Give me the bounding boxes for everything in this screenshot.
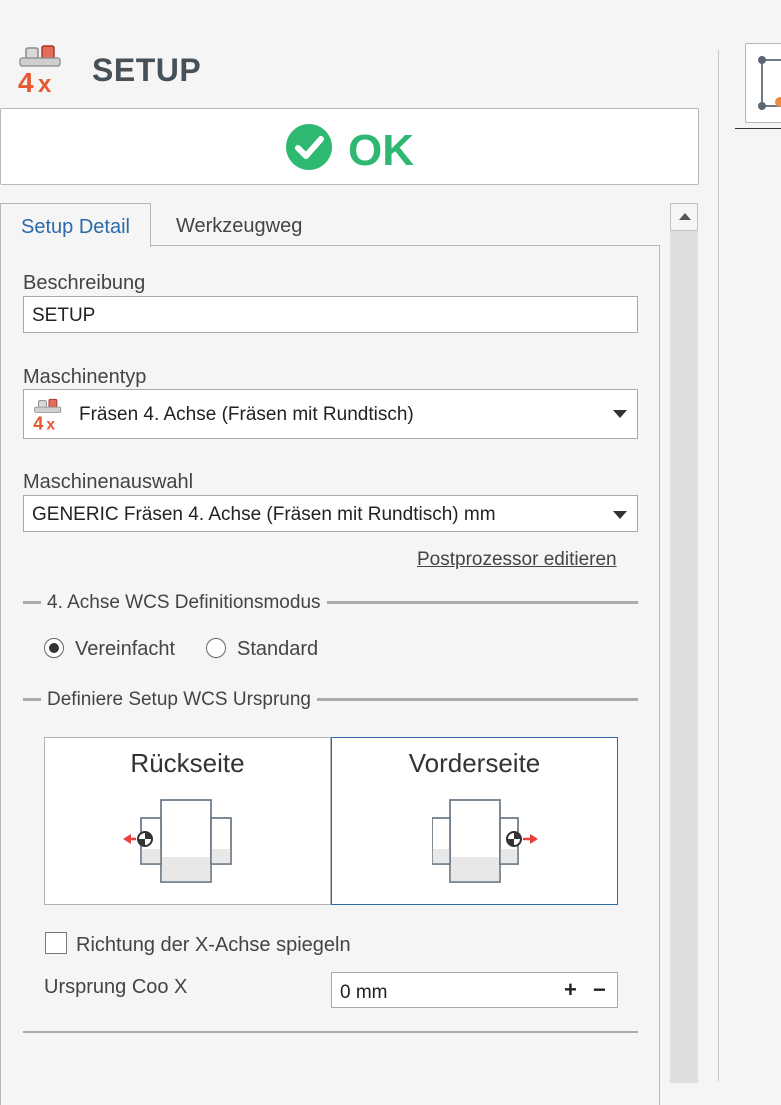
page-title: SETUP [92,52,202,88]
check-circle-icon [286,124,332,170]
tab-setup-detail[interactable]: Setup Detail [0,203,151,247]
decrement-button[interactable]: − [593,977,606,1003]
origin-title: Definiere Setup WCS Ursprung [41,689,317,711]
svg-text:4: 4 [33,412,44,432]
machine-4x-icon: 4 x [18,45,61,96]
front-origin-icon [432,799,538,883]
maschinenauswahl-select[interactable]: GENERIC Fräsen 4. Achse (Fräsen mit Rund… [23,495,638,532]
svg-text:x: x [38,71,52,96]
scroll-up-button[interactable] [670,203,698,231]
mirror-x-label[interactable]: Richtung der X-Achse spiegeln [76,934,351,957]
radio-standard[interactable] [206,638,226,658]
radio-standard-label[interactable]: Standard [237,638,318,661]
mirror-x-checkbox[interactable] [45,932,67,954]
increment-button[interactable]: + [564,977,577,1003]
coo-x-label: Ursprung Coo X [44,976,188,998]
maschinenauswahl-label: Maschinenauswahl [23,471,194,493]
postprozessor-link[interactable]: Postprozessor editieren [417,549,617,571]
back-origin-icon [123,799,232,883]
card-rueckseite[interactable]: Rückseite [44,737,331,905]
radio-vereinfacht[interactable] [44,638,64,658]
splitter[interactable] [718,50,719,1081]
tab-werkzeugweg[interactable]: Werkzeugweg [176,215,302,238]
status-text: OK [348,126,414,175]
scrollbar-track[interactable] [670,203,698,1083]
coo-x-input[interactable]: 0 mm + − [331,972,618,1008]
frame-icon [758,56,781,110]
machine-4x-icon: 4 x [33,398,62,432]
svg-text:x: x [46,416,55,432]
chevron-down-icon [613,511,627,519]
card-vorderseite[interactable]: Vorderseite [331,737,618,905]
maschinentyp-select[interactable]: 4 x Fräsen 4. Achse (Fräsen mit Rundtisc… [23,389,638,439]
beschreibung-label: Beschreibung [23,272,146,294]
wcs-mode-title: 4. Achse WCS Definitionsmodus [41,592,327,614]
maschinentyp-label: Maschinentyp [23,366,147,388]
preview-thumbnail[interactable] [745,43,781,123]
beschreibung-input[interactable]: SETUP [23,296,638,333]
chevron-down-icon [613,410,627,418]
svg-text:4: 4 [18,67,34,96]
divider [735,128,781,129]
section-divider [23,1031,638,1033]
radio-vereinfacht-label[interactable]: Vereinfacht [75,638,175,661]
